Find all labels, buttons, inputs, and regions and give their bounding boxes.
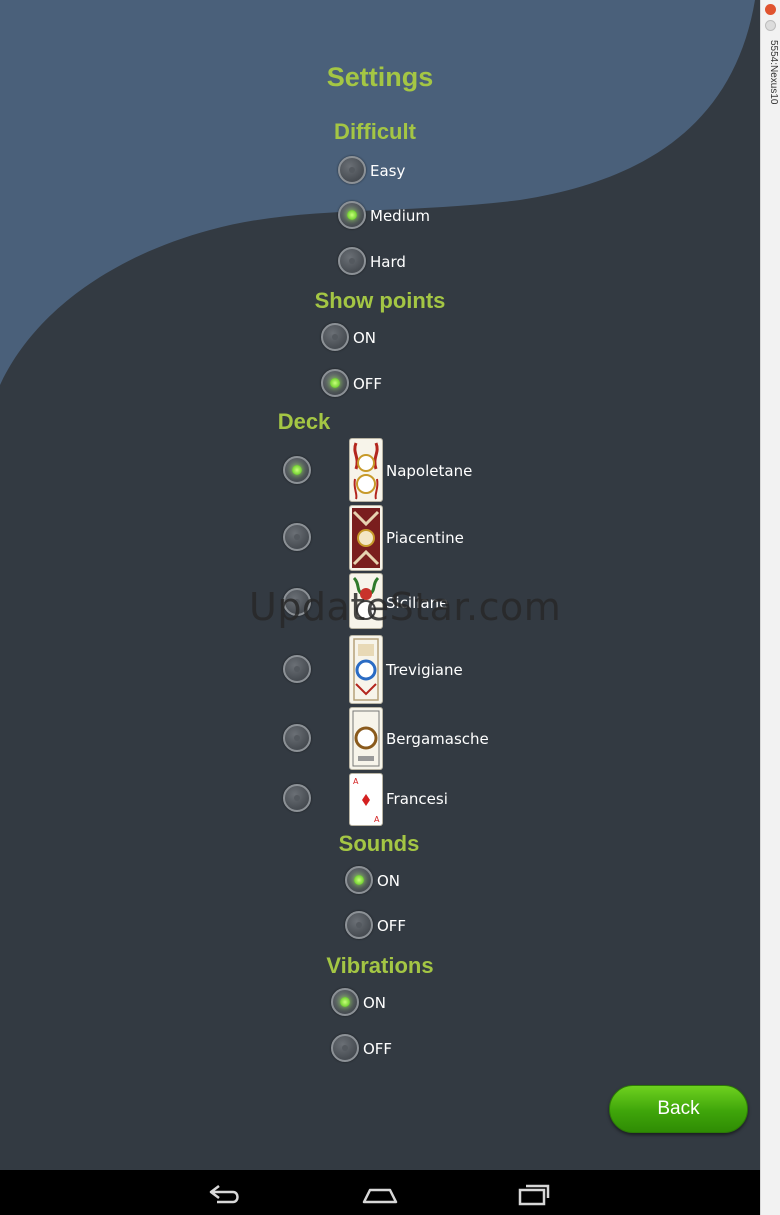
radio-indicator xyxy=(330,378,340,388)
radio-deck-trevigiane[interactable] xyxy=(283,655,311,683)
radio-indicator xyxy=(354,875,364,885)
label-vibrations-on[interactable]: ON xyxy=(363,994,386,1012)
radio-indicator xyxy=(294,795,300,801)
label-hard[interactable]: Hard xyxy=(370,253,406,271)
label-medium[interactable]: Medium xyxy=(370,207,430,225)
radio-hard[interactable] xyxy=(338,247,366,275)
radio-indicator xyxy=(349,167,355,173)
label-deck-napoletane[interactable]: Napoletane xyxy=(386,462,472,480)
settings-screen: Settings Difficult Easy Medium Hard Show… xyxy=(0,0,760,1170)
radio-vibrations-on[interactable] xyxy=(331,988,359,1016)
radio-indicator xyxy=(347,210,357,220)
svg-text:A: A xyxy=(353,777,359,786)
vibrations-title: Vibrations xyxy=(326,953,434,978)
close-icon[interactable] xyxy=(765,4,776,15)
label-easy[interactable]: Easy xyxy=(370,162,405,180)
napoletane-card-image[interactable] xyxy=(349,438,383,502)
radio-indicator xyxy=(292,465,302,475)
radio-indicator xyxy=(349,258,355,264)
radio-medium[interactable] xyxy=(338,201,366,229)
radio-deck-bergamasche[interactable] xyxy=(283,724,311,752)
bergamasche-card-image[interactable] xyxy=(349,707,383,770)
radio-indicator xyxy=(294,735,300,741)
radio-deck-piacentine[interactable] xyxy=(283,523,311,551)
radio-indicator xyxy=(340,997,350,1007)
radio-indicator xyxy=(294,534,300,540)
home-icon[interactable] xyxy=(360,1176,400,1210)
radio-easy[interactable] xyxy=(338,156,366,184)
watermark-text: UpdateStar.com xyxy=(249,585,562,629)
francesi-card-image[interactable]: AA xyxy=(349,773,383,826)
trevigiane-card-image[interactable] xyxy=(349,635,383,704)
emulator-window-bar: 5554:Nexus10 xyxy=(760,0,780,1215)
radio-indicator xyxy=(356,922,362,928)
difficult-title: Difficult xyxy=(334,119,416,144)
page-title: Settings xyxy=(326,62,434,92)
svg-text:A: A xyxy=(374,815,380,824)
label-deck-trevigiane[interactable]: Trevigiane xyxy=(386,661,463,679)
label-deck-bergamasche[interactable]: Bergamasche xyxy=(386,730,489,748)
back-button[interactable]: Back xyxy=(609,1085,748,1133)
show-points-title: Show points xyxy=(314,288,446,313)
recent-apps-icon[interactable] xyxy=(514,1176,554,1210)
radio-deck-francesi[interactable] xyxy=(283,784,311,812)
piacentine-card-image[interactable] xyxy=(349,505,383,571)
radio-deck-napoletane[interactable] xyxy=(283,456,311,484)
radio-show-points-on[interactable] xyxy=(321,323,349,351)
radio-indicator xyxy=(294,666,300,672)
label-show-points-on[interactable]: ON xyxy=(353,329,376,347)
minimize-icon[interactable] xyxy=(765,20,776,31)
deck-title: Deck xyxy=(277,409,331,434)
label-vibrations-off[interactable]: OFF xyxy=(363,1040,392,1058)
back-icon[interactable] xyxy=(205,1176,245,1210)
label-show-points-off[interactable]: OFF xyxy=(353,375,382,393)
radio-sounds-off[interactable] xyxy=(345,911,373,939)
navigation-bar xyxy=(0,1170,760,1215)
radio-show-points-off[interactable] xyxy=(321,369,349,397)
emulator-title: 5554:Nexus10 xyxy=(768,40,779,105)
label-deck-piacentine[interactable]: Piacentine xyxy=(386,529,464,547)
sounds-title: Sounds xyxy=(338,831,420,856)
label-sounds-off[interactable]: OFF xyxy=(377,917,406,935)
radio-vibrations-off[interactable] xyxy=(331,1034,359,1062)
radio-indicator xyxy=(332,334,338,340)
radio-indicator xyxy=(342,1045,348,1051)
label-deck-francesi[interactable]: Francesi xyxy=(386,790,448,808)
radio-sounds-on[interactable] xyxy=(345,866,373,894)
label-sounds-on[interactable]: ON xyxy=(377,872,400,890)
